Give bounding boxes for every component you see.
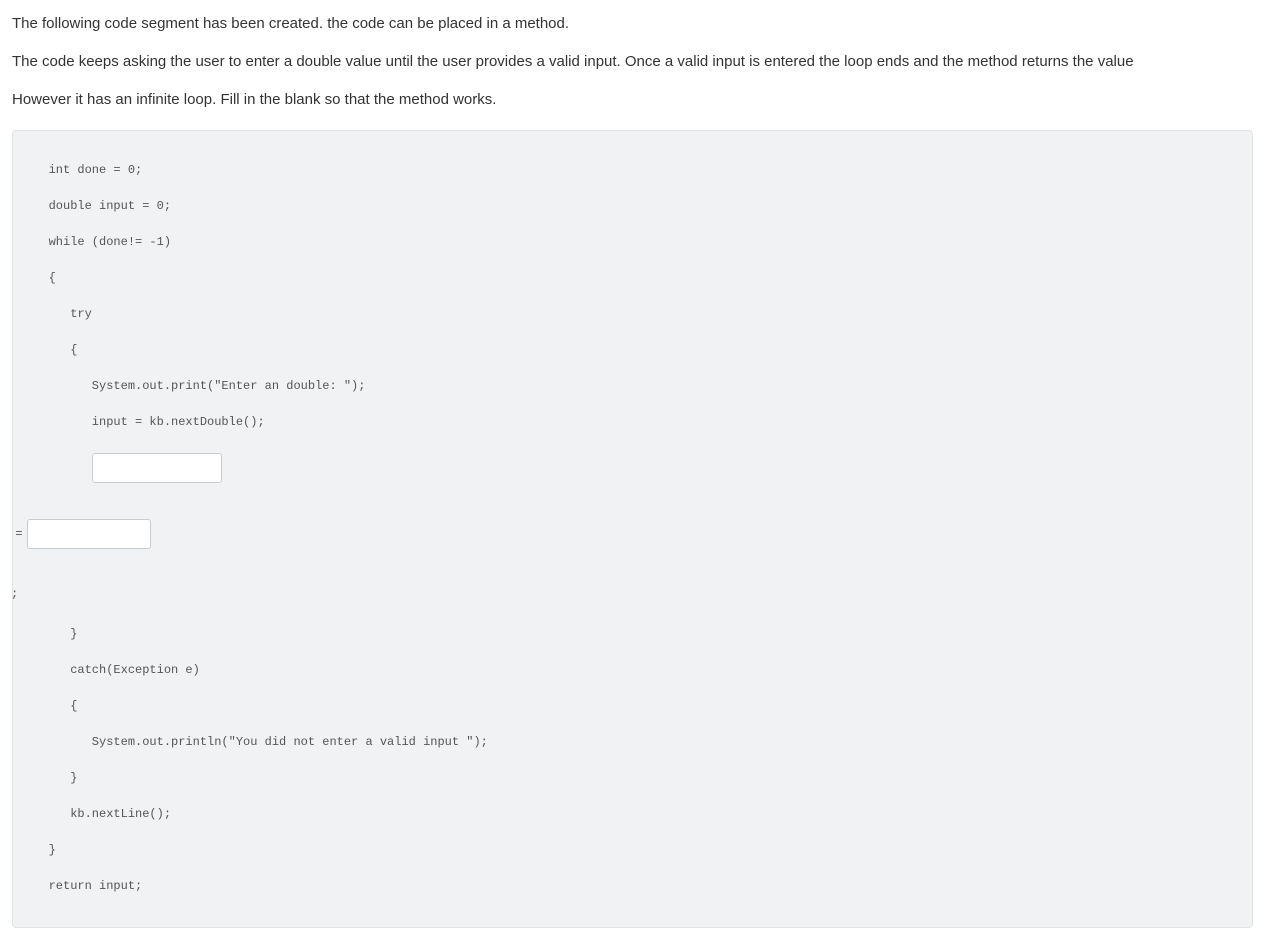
code-line: {: [27, 341, 1238, 359]
code-line: int done = 0;: [27, 161, 1238, 179]
code-line: while (done!= -1): [27, 233, 1238, 251]
code-line: try: [27, 305, 1238, 323]
code-line: catch(Exception e): [27, 661, 1238, 679]
question-text: The following code segment has been crea…: [12, 12, 1253, 112]
code-line: kb.nextLine();: [27, 805, 1238, 823]
assignment-row: =: [11, 519, 1238, 549]
code-line: return input;: [27, 877, 1238, 895]
equals-sign: =: [11, 525, 27, 543]
fill-blank-input-1[interactable]: [92, 453, 222, 483]
code-line: System.out.print("Enter an double: ");: [27, 377, 1238, 395]
code-line: }: [27, 625, 1238, 643]
code-line: {: [27, 697, 1238, 715]
question-paragraph-3: However it has an infinite loop. Fill in…: [12, 88, 1253, 112]
code-line: }: [27, 841, 1238, 859]
code-indent: [27, 449, 1238, 493]
code-line: double input = 0;: [27, 197, 1238, 215]
code-line: {: [27, 269, 1238, 287]
fill-blank-input-2[interactable]: [27, 519, 151, 549]
question-paragraph-2: The code keeps asking the user to enter …: [12, 50, 1253, 74]
semicolon-line: ;: [11, 575, 1238, 607]
code-line: }: [27, 769, 1238, 787]
code-line: input = kb.nextDouble();: [27, 413, 1238, 431]
code-block: int done = 0; double input = 0; while (d…: [12, 130, 1253, 928]
question-paragraph-1: The following code segment has been crea…: [12, 12, 1253, 36]
code-line: System.out.println("You did not enter a …: [27, 733, 1238, 751]
